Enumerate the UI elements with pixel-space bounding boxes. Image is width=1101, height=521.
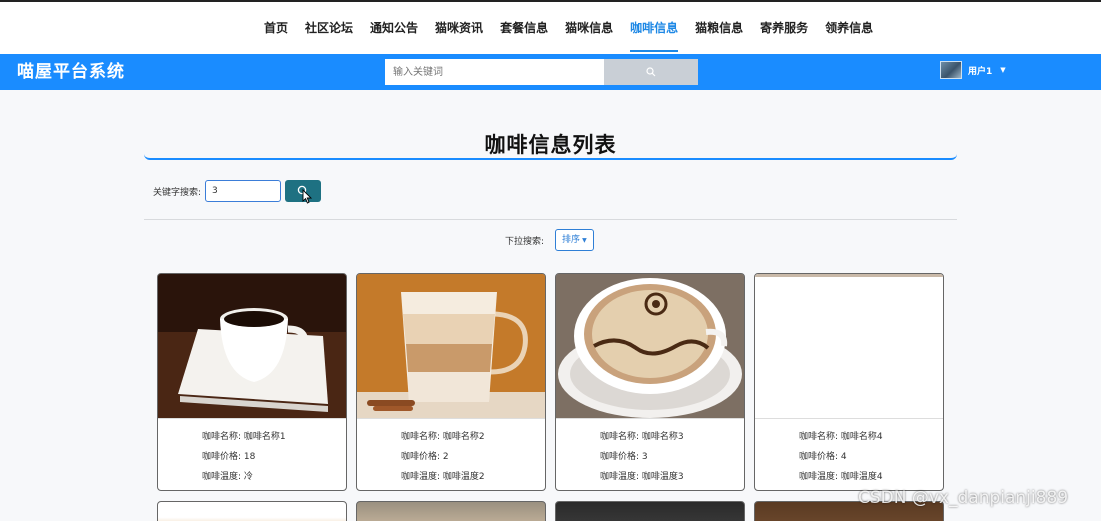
nav-item-forum[interactable]: 社区论坛 (305, 2, 353, 54)
chevron-down-icon: ▼ (1000, 66, 1006, 74)
coffee-price: 18 (243, 452, 256, 462)
top-navigation: 首页 社区论坛 通知公告 猫咪资讯 套餐信息 猫咪信息 咖啡信息 猫粮信息 寄养… (0, 0, 1101, 54)
coffee-card[interactable] (157, 501, 347, 521)
coffee-temp: 冷 (243, 472, 253, 482)
dropdown-label: 下拉搜索: (505, 236, 545, 247)
coffee-name: 咖啡名称1 (243, 432, 286, 442)
name-label: 咖啡名称: (202, 432, 242, 442)
coffee-card[interactable] (555, 501, 745, 521)
nav-item-boarding[interactable]: 寄养服务 (760, 2, 808, 54)
page-title: 咖啡信息列表 (484, 133, 617, 157)
nav-item-home[interactable]: 首页 (264, 2, 288, 54)
coffee-name: 咖啡名称4 (840, 432, 883, 442)
temp-label: 咖啡温度: (401, 472, 441, 482)
name-label: 咖啡名称: (600, 432, 640, 442)
coffee-name: 咖啡名称3 (641, 432, 684, 442)
nav-item-coffee[interactable]: 咖啡信息 (630, 2, 679, 54)
header-search-input[interactable] (385, 59, 604, 85)
coffee-image (158, 274, 346, 419)
name-label: 咖啡名称: (799, 432, 839, 442)
header-search (385, 59, 698, 85)
keyword-label: 关键字搜索: (153, 187, 202, 198)
watermark: CSDN @vx_danpianji889 (858, 488, 1069, 508)
coffee-card[interactable]: 咖啡名称: 咖啡名称1 咖啡价格: 18 咖啡温度: 冷 (157, 273, 347, 491)
search-icon (646, 67, 656, 77)
coffee-price: 3 (641, 452, 648, 462)
coffee-temp: 咖啡温度4 (840, 472, 883, 482)
keyword-search: 关键字搜索: (153, 180, 322, 204)
name-label: 咖啡名称: (401, 432, 441, 442)
header-bar: 喵屋平台系统 用户1 ▼ (0, 54, 1101, 90)
temp-label: 咖啡温度: (799, 472, 839, 482)
nav-item-cats[interactable]: 猫咪信息 (565, 2, 613, 54)
sort-dropdown[interactable]: 排序 ▼ (555, 229, 594, 251)
coffee-price: 4 (840, 452, 847, 462)
brand-title: 喵屋平台系统 (17, 62, 125, 82)
coffee-image (357, 274, 545, 419)
coffee-image (755, 274, 943, 419)
nav-item-cat-food[interactable]: 猫粮信息 (695, 2, 743, 54)
coffee-name: 咖啡名称2 (442, 432, 485, 442)
price-label: 咖啡价格: (202, 452, 242, 462)
price-label: 咖啡价格: (600, 452, 640, 462)
price-label: 咖啡价格: (401, 452, 441, 462)
mouse-cursor-icon (302, 189, 313, 204)
coffee-card[interactable] (356, 501, 546, 521)
user-menu[interactable]: 用户1 ▼ (940, 58, 1006, 82)
keyword-search-button[interactable] (285, 180, 322, 204)
coffee-image (556, 274, 744, 419)
coffee-temp: 咖啡温度2 (442, 472, 485, 482)
price-label: 咖啡价格: (799, 452, 839, 462)
header-search-button[interactable] (604, 59, 698, 85)
nav-item-packages[interactable]: 套餐信息 (500, 2, 548, 54)
temp-label: 咖啡温度: (202, 472, 242, 482)
username: 用户1 (968, 66, 993, 77)
coffee-card[interactable]: 咖啡名称: 咖啡名称4 咖啡价格: 4 咖啡温度: 咖啡温度4 (754, 273, 944, 491)
divider (144, 219, 957, 220)
nav-item-notice[interactable]: 通知公告 (370, 2, 418, 54)
avatar (940, 61, 962, 79)
coffee-info: 咖啡名称: 咖啡名称3 咖啡价格: 3 咖啡温度: 咖啡温度3 (556, 419, 744, 487)
sort-label: 排序 (562, 235, 581, 245)
temp-label: 咖啡温度: (600, 472, 640, 482)
coffee-card[interactable]: 咖啡名称: 咖啡名称3 咖啡价格: 3 咖啡温度: 咖啡温度3 (555, 273, 745, 491)
keyword-input[interactable] (205, 180, 282, 202)
dropdown-search: 下拉搜索: 排序 ▼ (505, 229, 594, 251)
coffee-temp: 咖啡温度3 (641, 472, 684, 482)
chevron-down-icon: ▼ (582, 237, 587, 244)
nav-item-adoption[interactable]: 领养信息 (825, 2, 873, 54)
coffee-info: 咖啡名称: 咖啡名称2 咖啡价格: 2 咖啡温度: 咖啡温度2 (357, 419, 545, 487)
coffee-info: 咖啡名称: 咖啡名称1 咖啡价格: 18 咖啡温度: 冷 (158, 419, 346, 487)
coffee-info: 咖啡名称: 咖啡名称4 咖啡价格: 4 咖啡温度: 咖啡温度4 (755, 419, 943, 487)
nav-item-cat-news[interactable]: 猫咪资讯 (435, 2, 483, 54)
coffee-price: 2 (442, 452, 449, 462)
title-underline: 咖啡信息列表 (144, 128, 957, 160)
coffee-card[interactable]: 咖啡名称: 咖啡名称2 咖啡价格: 2 咖啡温度: 咖啡温度2 (356, 273, 546, 491)
